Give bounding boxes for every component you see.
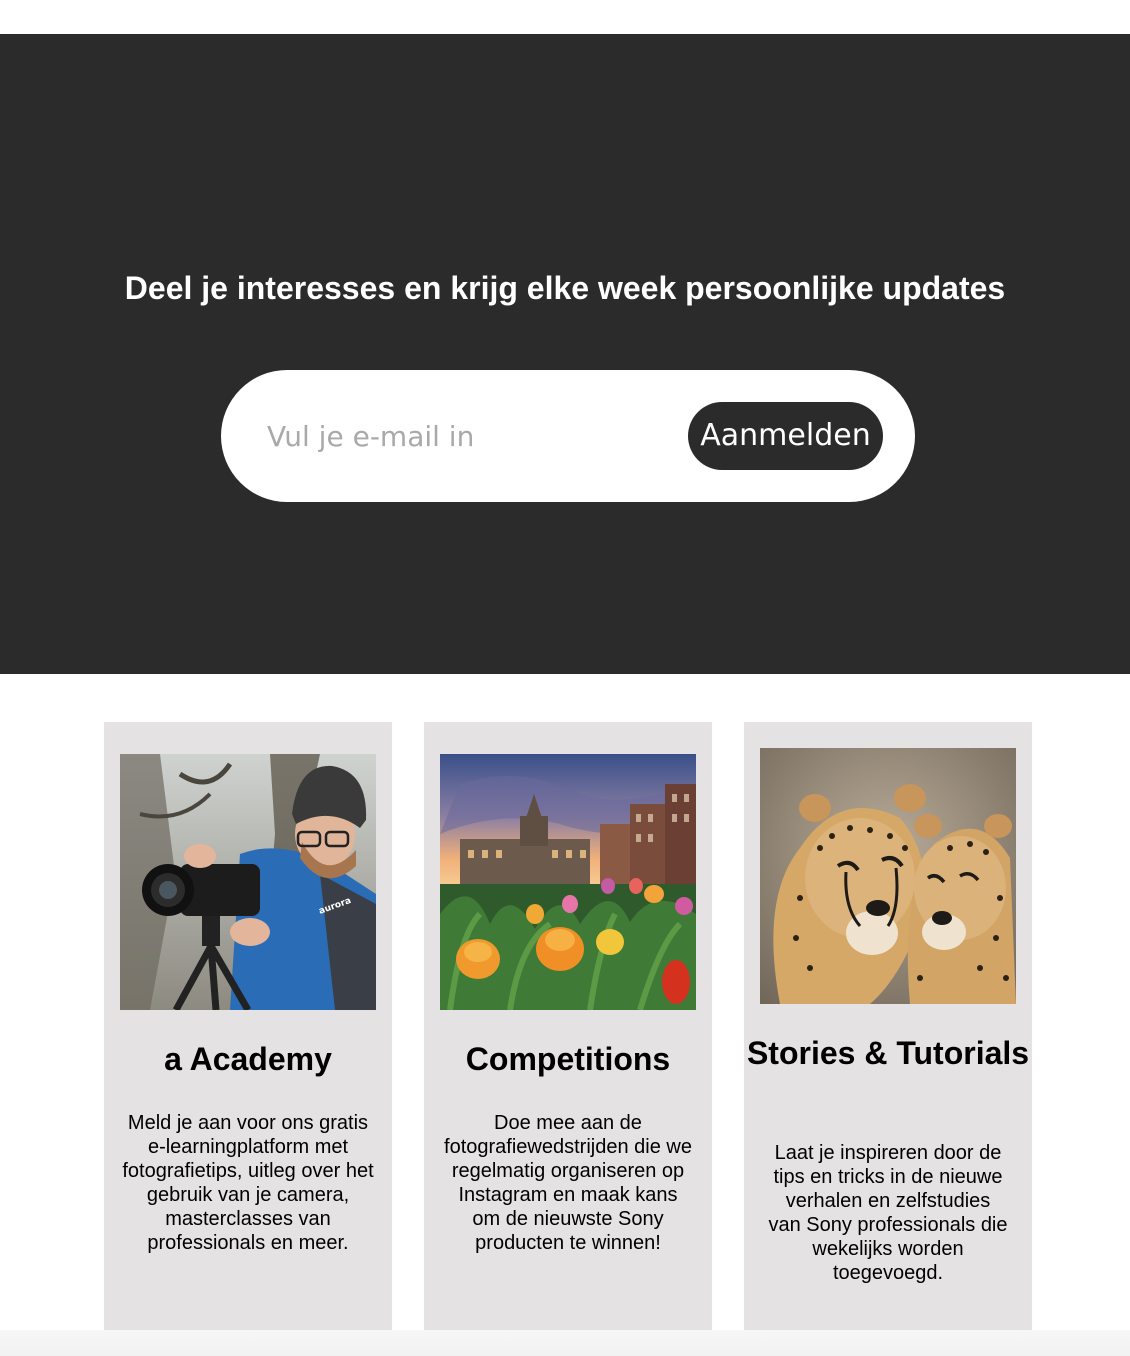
card-title: Competitions bbox=[465, 1041, 671, 1077]
tulips-illustration bbox=[440, 754, 696, 1010]
tulips-image bbox=[440, 754, 696, 1010]
card-description: Doe mee aan de fotografiewedstrijden die… bbox=[444, 1112, 692, 1254]
page: Deel je interesses en krijg elke week pe… bbox=[0, 0, 1130, 1356]
bottom-fade bbox=[0, 1330, 1130, 1356]
newsletter-signup-form: Aanmelden bbox=[221, 370, 915, 502]
card-title: a Academy bbox=[164, 1041, 332, 1077]
card-competitions[interactable]: Competitions Doe mee aan de fotografiewe… bbox=[424, 722, 712, 1330]
newsletter-hero: Deel je interesses en krijg elke week pe… bbox=[0, 34, 1130, 674]
photographer-illustration: aurora bbox=[120, 754, 376, 1010]
top-strip bbox=[0, 0, 1130, 34]
card-description: Meld je aan voor ons gratis e-learningpl… bbox=[122, 1112, 374, 1254]
newsletter-title: Deel je interesses en krijg elke week pe… bbox=[124, 270, 1006, 306]
card-stories-tutorials[interactable]: Stories & Tutorials Laat je inspireren d… bbox=[744, 722, 1032, 1330]
card-academy[interactable]: aurora a Academy Meld je aan voor ons gr… bbox=[104, 722, 392, 1330]
cheetahs-illustration bbox=[760, 748, 1016, 1004]
card-title: Stories & Tutorials bbox=[746, 1035, 1030, 1071]
email-input[interactable] bbox=[267, 404, 667, 468]
signup-button[interactable]: Aanmelden bbox=[688, 402, 883, 470]
card-description: Laat je inspireren door de tips en trick… bbox=[768, 1142, 1008, 1284]
cheetahs-image bbox=[760, 748, 1016, 1004]
photographer-image: aurora bbox=[120, 754, 376, 1010]
